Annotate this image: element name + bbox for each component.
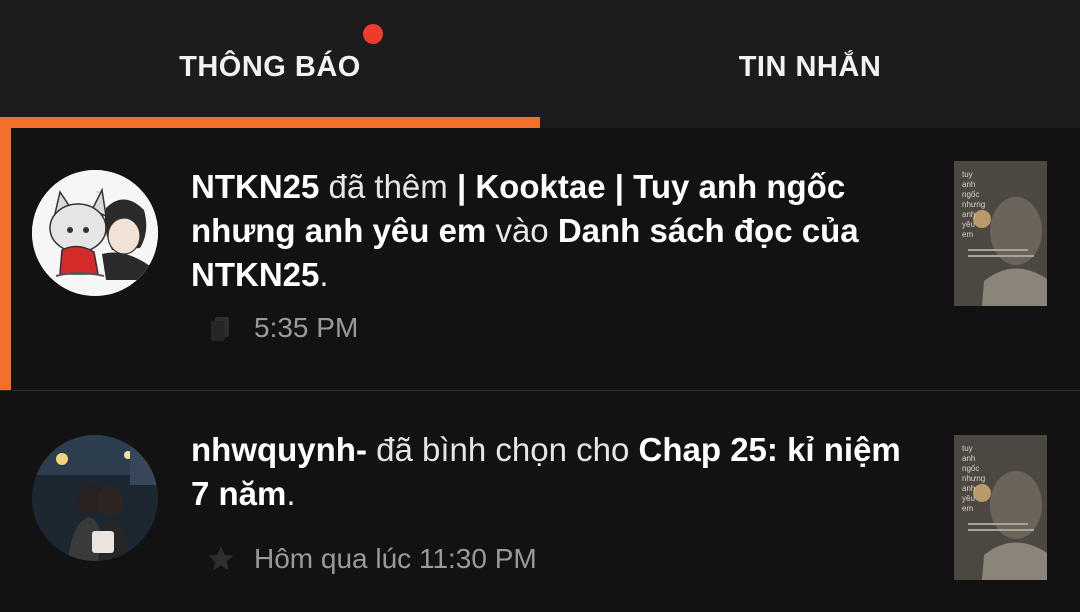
svg-text:tuy: tuy (962, 170, 973, 179)
tab-bar: THÔNG BÁO TIN NHẮN (0, 0, 1080, 128)
unread-dot-icon (362, 23, 383, 44)
story-cover-thumbnail[interactable]: tuy anh ngốc nhưng anh yêu em (954, 161, 1047, 306)
svg-text:yêu: yêu (962, 220, 975, 229)
avatar[interactable]: ~ (32, 170, 158, 296)
tab-messages-label: TIN NHẮN (738, 50, 882, 83)
notifications-screen: THÔNG BÁO TIN NHẮN ~ NTKN25 đã thêm | Ko… (0, 0, 1080, 612)
end-punct: . (319, 256, 329, 293)
connector-text: vào (495, 212, 549, 249)
notification-meta: Hôm qua lúc 11:30 PM (206, 543, 537, 575)
tab-notifications[interactable]: THÔNG BÁO (0, 0, 540, 128)
svg-text:anh: anh (962, 454, 975, 463)
notification-item[interactable]: ~ NTKN25 đã thêm | Kooktae | Tuy anh ngố… (0, 128, 1080, 390)
reading-list-icon (206, 313, 236, 343)
avatar[interactable] (32, 435, 158, 561)
cover-image-icon: tuy anh ngốc nhưng anh yêu em (954, 161, 1047, 306)
svg-text:em: em (962, 504, 973, 513)
svg-text:tuy: tuy (962, 444, 973, 453)
svg-text:em: em (962, 230, 973, 239)
notification-text: nhwquynh- đã bình chọn cho Chap 25: kỉ n… (191, 428, 921, 516)
timestamp: Hôm qua lúc 11:30 PM (254, 543, 537, 574)
star-icon (206, 544, 236, 574)
svg-text:anh: anh (962, 484, 975, 493)
svg-text:ngốc: ngốc (962, 190, 979, 199)
end-punct: . (286, 475, 296, 512)
svg-text:yêu: yêu (962, 494, 975, 503)
tab-notifications-text: THÔNG BÁO (179, 50, 361, 83)
action-text: đã thêm (328, 168, 448, 205)
story-cover-thumbnail[interactable]: tuy anh ngốc nhưng anh yêu em (954, 435, 1047, 580)
active-tab-indicator (0, 117, 540, 128)
actor-name[interactable]: NTKN25 (191, 168, 319, 205)
action-text: đã bình chọn cho (376, 431, 630, 468)
notification-item[interactable]: nhwquynh- đã bình chọn cho Chap 25: kỉ n… (0, 390, 1080, 612)
avatar-photo-icon (32, 435, 158, 561)
cover-image-icon: tuy anh ngốc nhưng anh yêu em (954, 435, 1047, 580)
svg-text:anh: anh (962, 180, 975, 189)
notification-list: ~ NTKN25 đã thêm | Kooktae | Tuy anh ngố… (0, 128, 1080, 612)
svg-text:nhưng: nhưng (962, 474, 985, 483)
timestamp: 5:35 PM (254, 312, 359, 343)
svg-text:anh: anh (962, 210, 975, 219)
notification-text: NTKN25 đã thêm | Kooktae | Tuy anh ngốc … (191, 165, 921, 297)
svg-text:ngốc: ngốc (962, 464, 979, 473)
svg-text:~: ~ (96, 190, 100, 196)
svg-text:nhưng: nhưng (962, 200, 985, 209)
tab-messages[interactable]: TIN NHẮN (540, 0, 1080, 128)
actor-name[interactable]: nhwquynh- (191, 431, 367, 468)
unread-indicator-bar (0, 128, 11, 390)
tab-notifications-label: THÔNG BÁO (179, 23, 383, 84)
avatar-illustration-icon: ~ (32, 170, 158, 296)
notification-meta: 5:35 PM (206, 312, 358, 344)
